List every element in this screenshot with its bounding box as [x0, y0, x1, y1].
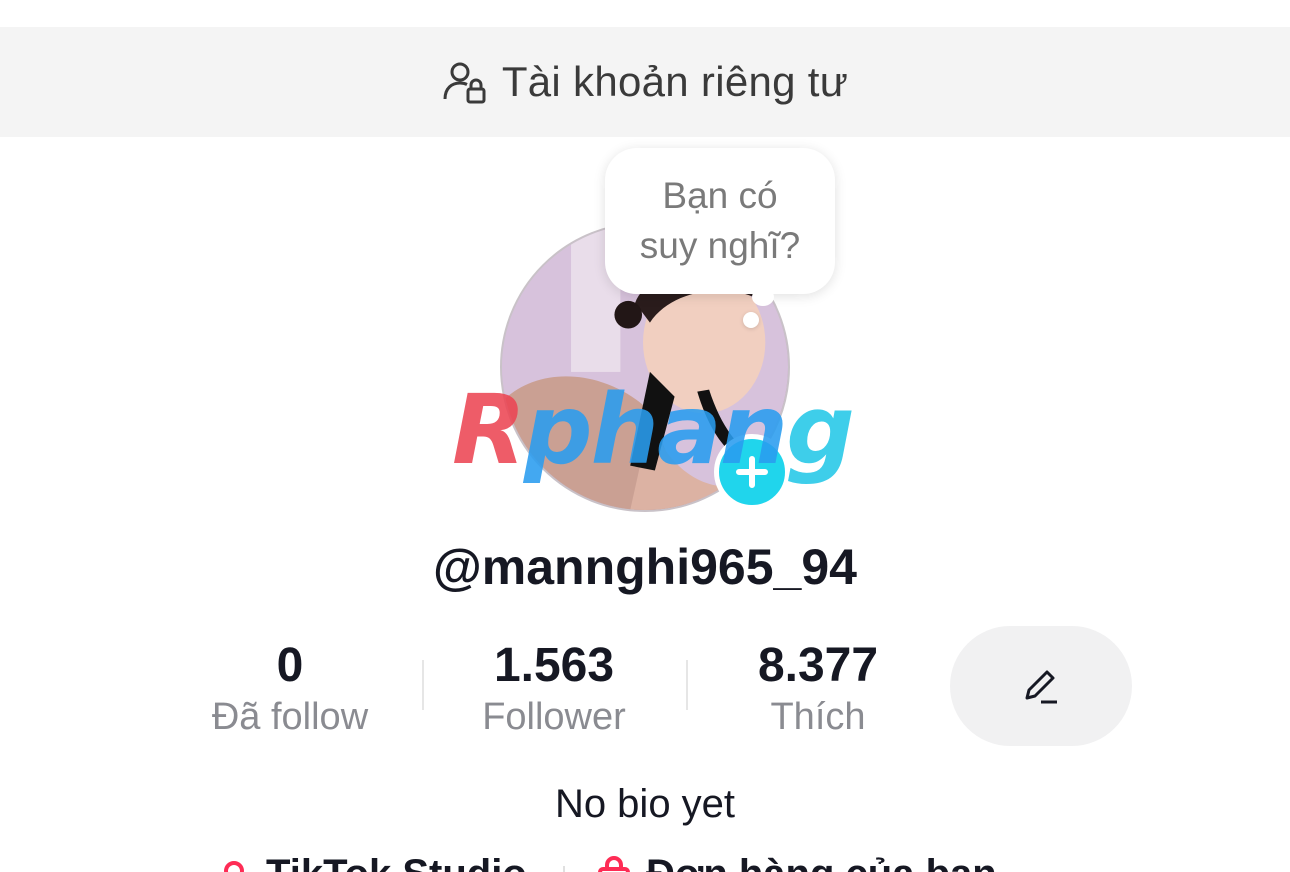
private-account-banner[interactable]: Tài khoản riêng tư: [0, 27, 1290, 137]
edit-profile-button[interactable]: [950, 626, 1132, 746]
stat-followers-label: Follower: [482, 696, 626, 738]
stat-following[interactable]: 0 Đã follow: [160, 640, 420, 742]
stat-followers-value: 1.563: [493, 639, 615, 692]
profile-links: TikTok Studio Đơn hàng của bạn: [0, 852, 1290, 872]
watermark-part-3: g: [786, 374, 855, 486]
plus-icon: [736, 456, 768, 488]
private-account-label: Tài khoản riêng tư: [501, 58, 849, 105]
thought-bubble-dot: [743, 312, 759, 328]
stat-likes-value: 8.377: [757, 639, 879, 692]
thought-bubble-line-2: suy nghĩ?: [639, 225, 801, 266]
username: @mannghi965_94: [433, 539, 857, 595]
stat-following-value: 0: [276, 639, 304, 692]
pencil-icon: [1025, 670, 1057, 704]
link-divider: [563, 866, 565, 872]
studio-icon: [224, 860, 244, 872]
tiktok-studio-label: TikTok Studio: [266, 852, 527, 872]
thought-bubble-line-1: Bạn có: [662, 175, 778, 216]
stat-followers[interactable]: 1.563 Follower: [424, 640, 684, 742]
orders-label: Đơn hàng của bạn: [646, 852, 997, 872]
stat-likes-label: Thích: [770, 696, 866, 738]
thought-bubble-tail: [752, 288, 774, 306]
tiktok-studio-link[interactable]: TikTok Studio: [214, 852, 527, 872]
thought-bubble[interactable]: Bạn có suy nghĩ?: [605, 148, 835, 294]
add-avatar-button[interactable]: [714, 434, 790, 510]
bio-text[interactable]: No bio yet: [0, 782, 1290, 827]
orders-link[interactable]: Đơn hàng của bạn: [594, 852, 997, 872]
person-lock-icon: [442, 59, 488, 105]
shopping-bag-icon: [598, 855, 630, 872]
stat-likes[interactable]: 8.377 Thích: [688, 640, 948, 742]
stat-following-label: Đã follow: [211, 696, 369, 738]
